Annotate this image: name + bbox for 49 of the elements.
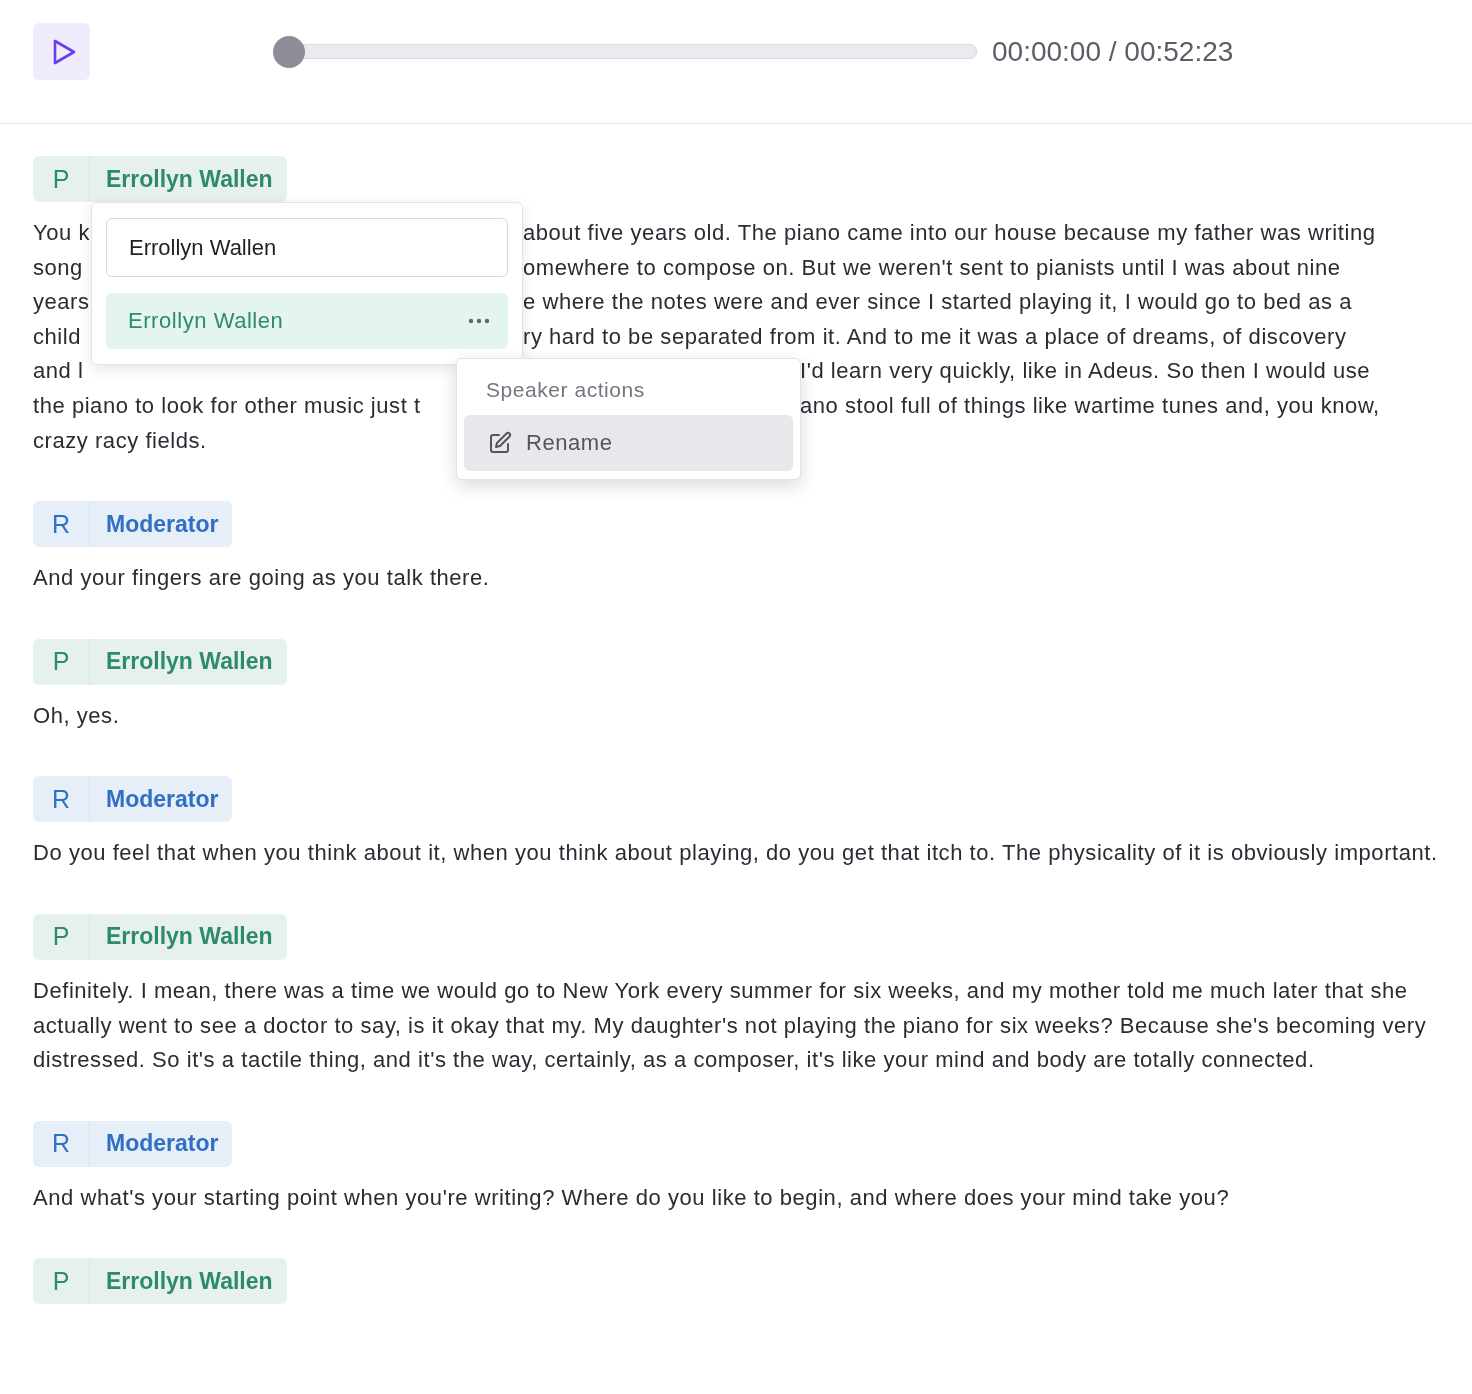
- speaker-name: Moderator: [105, 784, 220, 814]
- transcript-text: and l: [33, 357, 84, 386]
- speaker-initial: R: [33, 776, 90, 823]
- speaker-tag[interactable]: P Errollyn Wallen: [33, 638, 287, 685]
- menu-title: Speaker actions: [485, 377, 646, 403]
- play-button[interactable]: [33, 23, 90, 80]
- speaker-tag[interactable]: R Moderator: [33, 501, 233, 548]
- transcript-text: Oh, yes.: [33, 701, 121, 730]
- transcript-text: ano stool full of things like wartime tunes and, you know,: [800, 391, 1380, 420]
- transcript-text: I'd learn very quickly, like in Adeus. So then I would use: [800, 357, 1371, 386]
- speaker-initial: R: [33, 501, 90, 548]
- transcript-text: child: [33, 322, 81, 351]
- speaker-name: Errollyn Wallen: [105, 647, 274, 677]
- speaker-name: Moderator: [105, 509, 220, 539]
- rename-menu-item[interactable]: Rename: [464, 415, 793, 471]
- speaker-option[interactable]: Errollyn Wallen: [106, 293, 508, 349]
- speaker-name: Errollyn Wallen: [105, 922, 274, 952]
- transcript-text: e where the notes were and ever since I started playing it, I would go to bed as a: [523, 288, 1352, 317]
- transcript-text: about five years old. The piano came into our house because my father was writing: [523, 219, 1376, 247]
- transcript-text: You k: [33, 219, 90, 247]
- transcript-text: And what's your starting point when you're writing? Where do you like to begin, and where does your mind take you?: [33, 1183, 1231, 1212]
- speaker-initial: P: [33, 913, 90, 960]
- transcript-text: And your fingers are going as you talk there.: [33, 564, 491, 593]
- slider-thumb[interactable]: [273, 35, 305, 68]
- transcript-text: omewhere to compose on. But we weren't sent to pianists until I was about nine: [523, 253, 1341, 282]
- speaker-name-field[interactable]: Errollyn Wallen: [106, 218, 508, 277]
- speaker-tag[interactable]: R Moderator: [33, 1120, 233, 1167]
- speaker-name: Errollyn Wallen: [105, 164, 274, 194]
- speaker-tag[interactable]: P Errollyn Wallen: [33, 1258, 287, 1305]
- transcript-text: the piano to look for other music just t: [33, 391, 421, 420]
- speaker-name: Moderator: [105, 1129, 220, 1159]
- pencil-icon: [488, 431, 512, 455]
- transcript-text: years: [33, 288, 90, 317]
- speaker-tag[interactable]: R Moderator: [33, 776, 233, 823]
- speaker-initial: P: [33, 1258, 90, 1305]
- speaker-name: Errollyn Wallen: [105, 1266, 274, 1296]
- transcript-text: song: [33, 253, 83, 282]
- transcript-text: Do you feel that when you think about it, when you think about playing, do you get that itch to. The physicality of it is obviously important.: [33, 839, 1438, 868]
- transcript-text: crazy racy fields.: [33, 426, 207, 455]
- progress-slider[interactable]: [275, 35, 977, 68]
- playback-time: 00:00:00 / 00:52:23: [992, 35, 1234, 68]
- speaker-tag[interactable]: P Errollyn Wallen: [33, 913, 287, 960]
- more-icon[interactable]: [468, 318, 490, 324]
- speaker-initial: P: [33, 638, 90, 685]
- speaker-initial: P: [33, 156, 90, 202]
- transcript-text: ry hard to be separated from it. And to me it was a place of dreams, of discovery: [523, 322, 1347, 351]
- speaker-initial: R: [33, 1120, 90, 1167]
- speaker-tag[interactable]: P Errollyn Wallen: [33, 156, 287, 202]
- transcript-text: Definitely. I mean, there was a time we would go to New York every summer for six weeks, and my mother told me much later that she actually went to see a doctor to say, is it okay that my. My daughter's not playing the piano for six weeks? Because she's becoming very distressed. So it's a tactile thing, and it's the way, certainly, as a composer, it's like your mind and body are totally connected.: [33, 976, 1428, 1075]
